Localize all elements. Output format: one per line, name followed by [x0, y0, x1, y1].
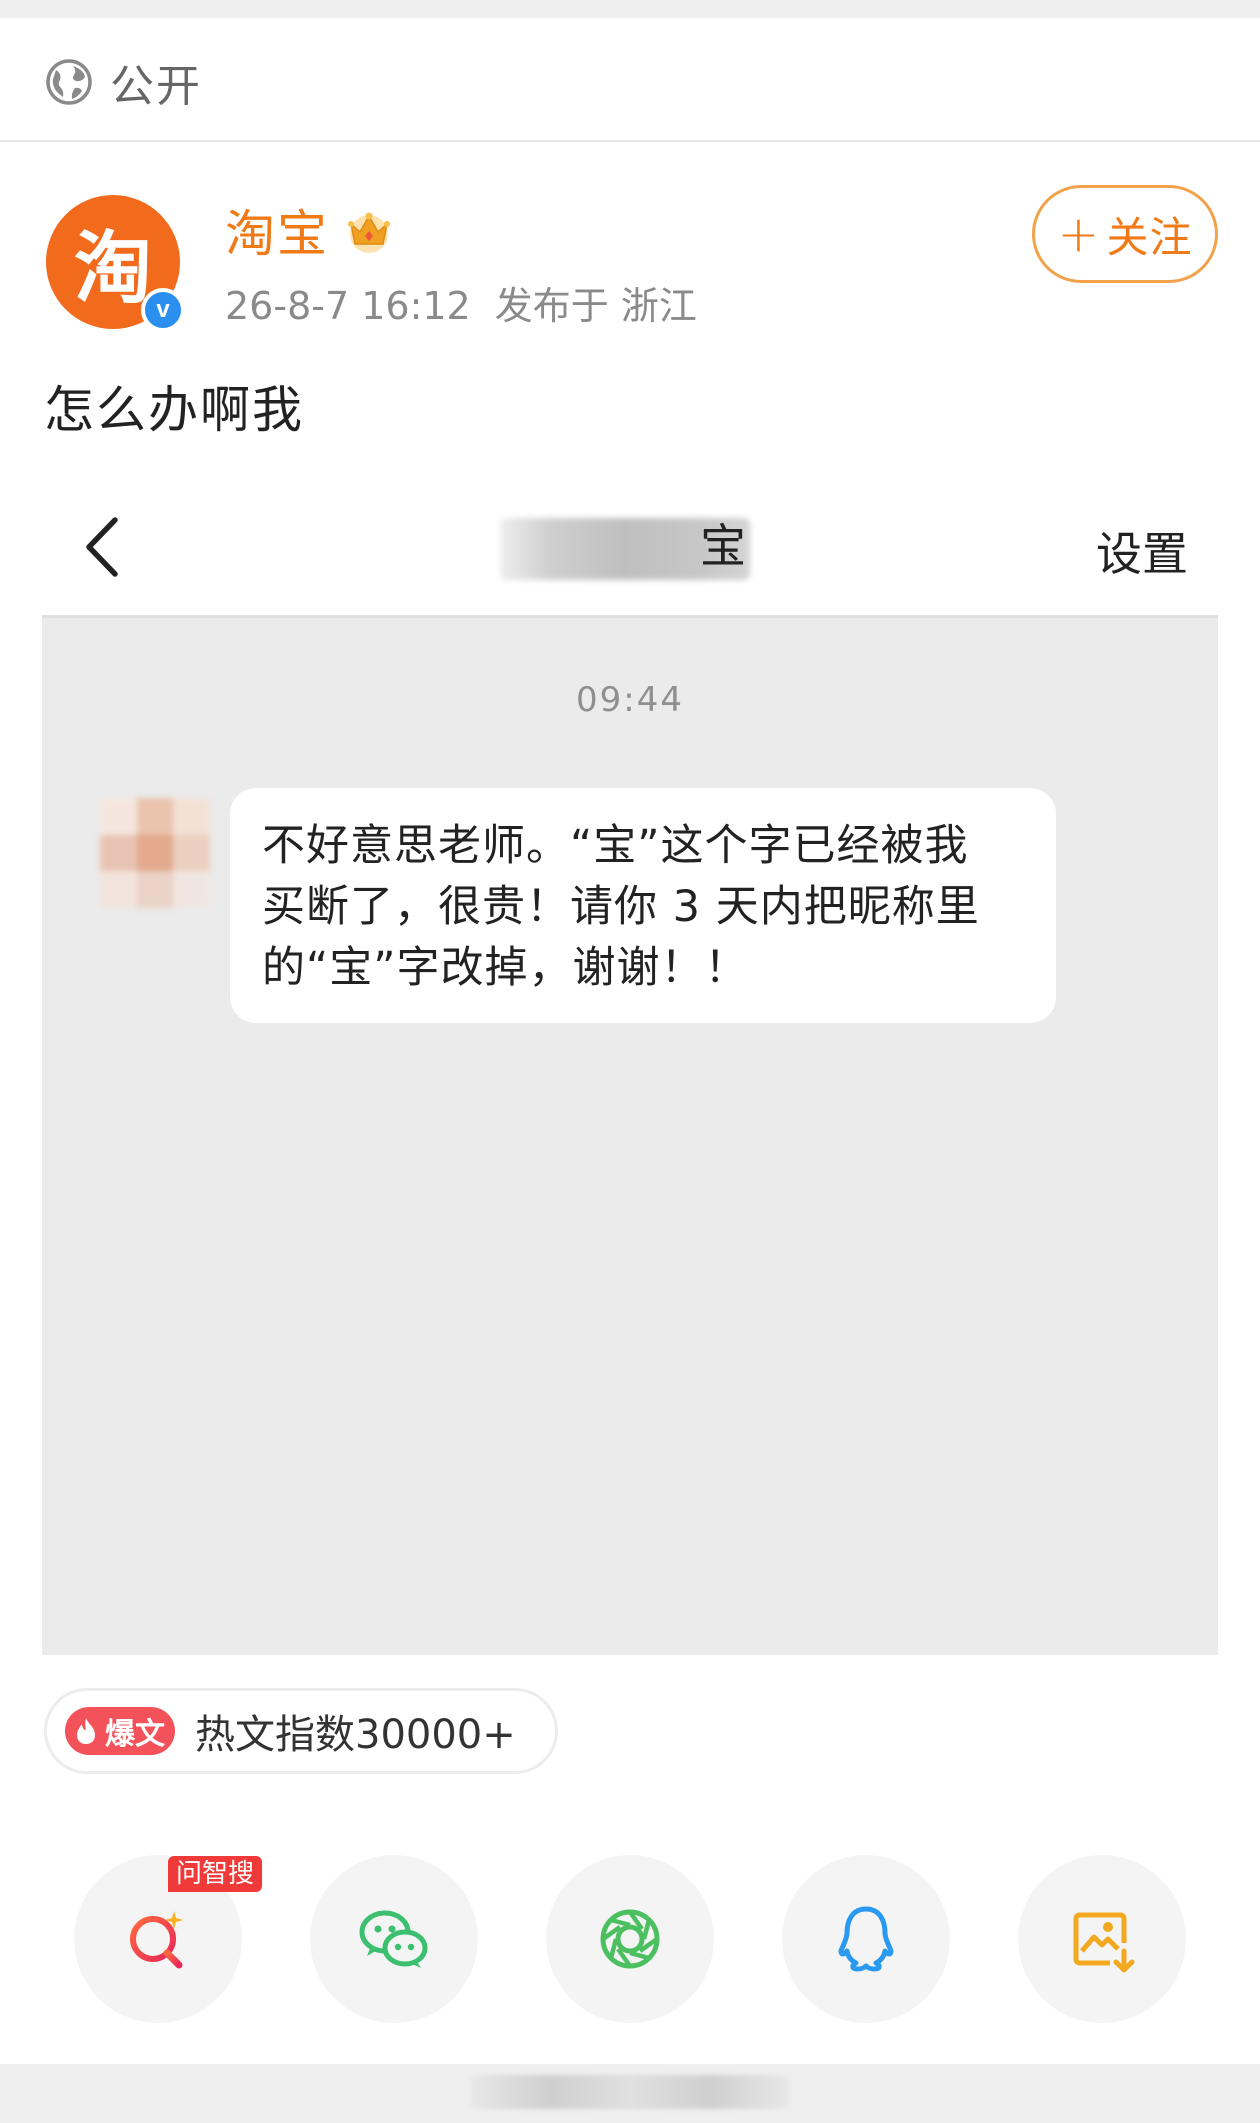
hot-badge: 爆文	[65, 1707, 175, 1755]
globe-icon	[46, 59, 92, 105]
chat-settings-label: 设置	[1096, 527, 1188, 581]
blurred-sender-avatar	[100, 798, 210, 908]
message-line: 不好意思老师。“宝”这个字已经被我	[262, 821, 969, 871]
post-location: 发布于 浙江	[494, 284, 697, 328]
hot-index-label: 热文指数30000+	[195, 1712, 516, 1758]
share-wechat-button[interactable]	[310, 1855, 478, 2023]
save-image-icon	[1073, 1912, 1135, 1973]
chat-title-suffix: 宝	[700, 519, 746, 573]
author-avatar[interactable]: 淘 v	[46, 195, 185, 332]
ai-search-tag: 问智搜	[168, 1856, 263, 1892]
wechat-icon	[359, 1910, 428, 1968]
message-line: 的“宝”字改掉，谢谢！！	[262, 943, 749, 993]
follow-label: 关注	[1106, 212, 1193, 262]
top-strip	[0, 0, 1260, 18]
embedded-chat-body: 09:44 不好意思老师。“宝”这个字已经被我 买断了，很贵！请你 3 天内把昵…	[42, 615, 1218, 1655]
save-image-button[interactable]	[1018, 1855, 1186, 2023]
embedded-chat-header: 宝 设置	[42, 480, 1218, 615]
home-indicator[interactable]	[470, 2075, 790, 2109]
author-name-row: 淘宝	[225, 198, 395, 263]
share-qq-button[interactable]	[782, 1855, 950, 2023]
visibility-label: 公开	[110, 61, 202, 112]
hot-badge-label: 爆文	[105, 1717, 165, 1752]
crown-icon	[348, 212, 390, 253]
qq-icon	[838, 1906, 894, 1972]
post-meta: 26-8-7 16:12 发布于 浙江	[225, 275, 697, 330]
hot-index-tag[interactable]: 爆文 热文指数30000+	[44, 1688, 558, 1774]
ai-search-icon	[130, 1911, 183, 1969]
share-moments-button[interactable]	[546, 1855, 714, 2023]
verified-badge-icon: v	[141, 288, 185, 332]
flame-icon	[77, 1718, 95, 1744]
message-bubble: 不好意思老师。“宝”这个字已经被我 买断了，很贵！请你 3 天内把昵称里 的“宝…	[230, 788, 1056, 1023]
post-date: 26-8-7 16:12	[225, 284, 471, 328]
post-text: 怎么办啊我	[44, 381, 304, 439]
plus-icon: +	[1057, 205, 1101, 263]
follow-button[interactable]: + 关注	[1032, 185, 1218, 283]
chat-timestamp: 09:44	[576, 680, 684, 720]
moments-icon	[600, 1909, 660, 1969]
back-chevron-icon	[86, 517, 118, 577]
message-line: 买断了，很贵！请你 3 天内把昵称里	[262, 882, 980, 932]
divider	[0, 140, 1260, 142]
author-name[interactable]: 淘宝	[225, 194, 329, 266]
visibility-indicator: 公开	[44, 52, 202, 112]
